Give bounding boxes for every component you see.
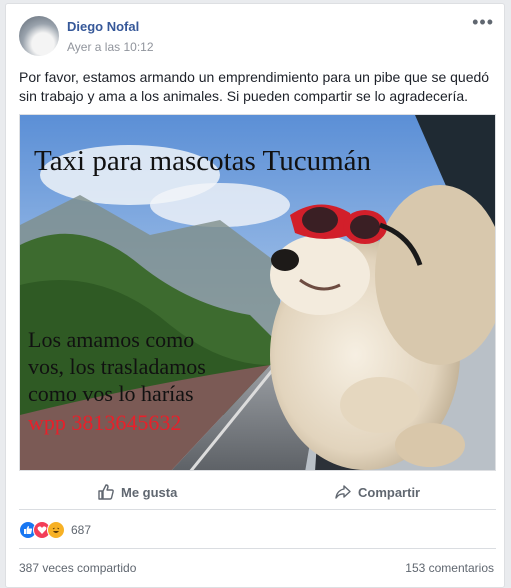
author-name[interactable]: Diego Nofal [67,19,139,34]
photo-text-line-1: Los amamos como [28,327,194,352]
avatar[interactable] [19,16,59,56]
like-label: Me gusta [121,484,178,500]
share-count[interactable]: 387 veces compartido [19,561,136,575]
reaction-summary[interactable]: 687 [19,518,91,542]
post-timestamp[interactable]: Ayer a las 10:12 [67,40,154,54]
share-arrow-icon [335,485,351,499]
share-label: Compartir [358,484,421,500]
action-bar: Me gusta Compartir [19,475,496,510]
photo-text-line-3: como vos lo harías [28,381,194,406]
share-button[interactable]: Compartir [334,475,420,509]
more-options-icon[interactable]: ••• [472,13,494,31]
post-text: Por favor, estamos armando un emprendimi… [19,69,490,104]
haha-icon [47,521,65,539]
reaction-count[interactable]: 687 [71,523,91,537]
thumbs-up-icon [98,484,114,500]
photo-phone-number: wpp 3813645632 [28,410,181,435]
photo-title: Taxi para mascotas Tucumán [34,145,372,177]
comment-count[interactable]: 153 comentarios [405,561,494,575]
post-photo[interactable]: Taxi para mascotas Tucumán Los amamos co… [19,114,496,471]
divider [19,548,496,549]
photo-text-line-2: vos, los trasladamos [28,354,206,379]
post-card: Diego Nofal Ayer a las 10:12 ••• Por fav… [5,3,505,588]
like-button[interactable]: Me gusta [97,475,177,509]
